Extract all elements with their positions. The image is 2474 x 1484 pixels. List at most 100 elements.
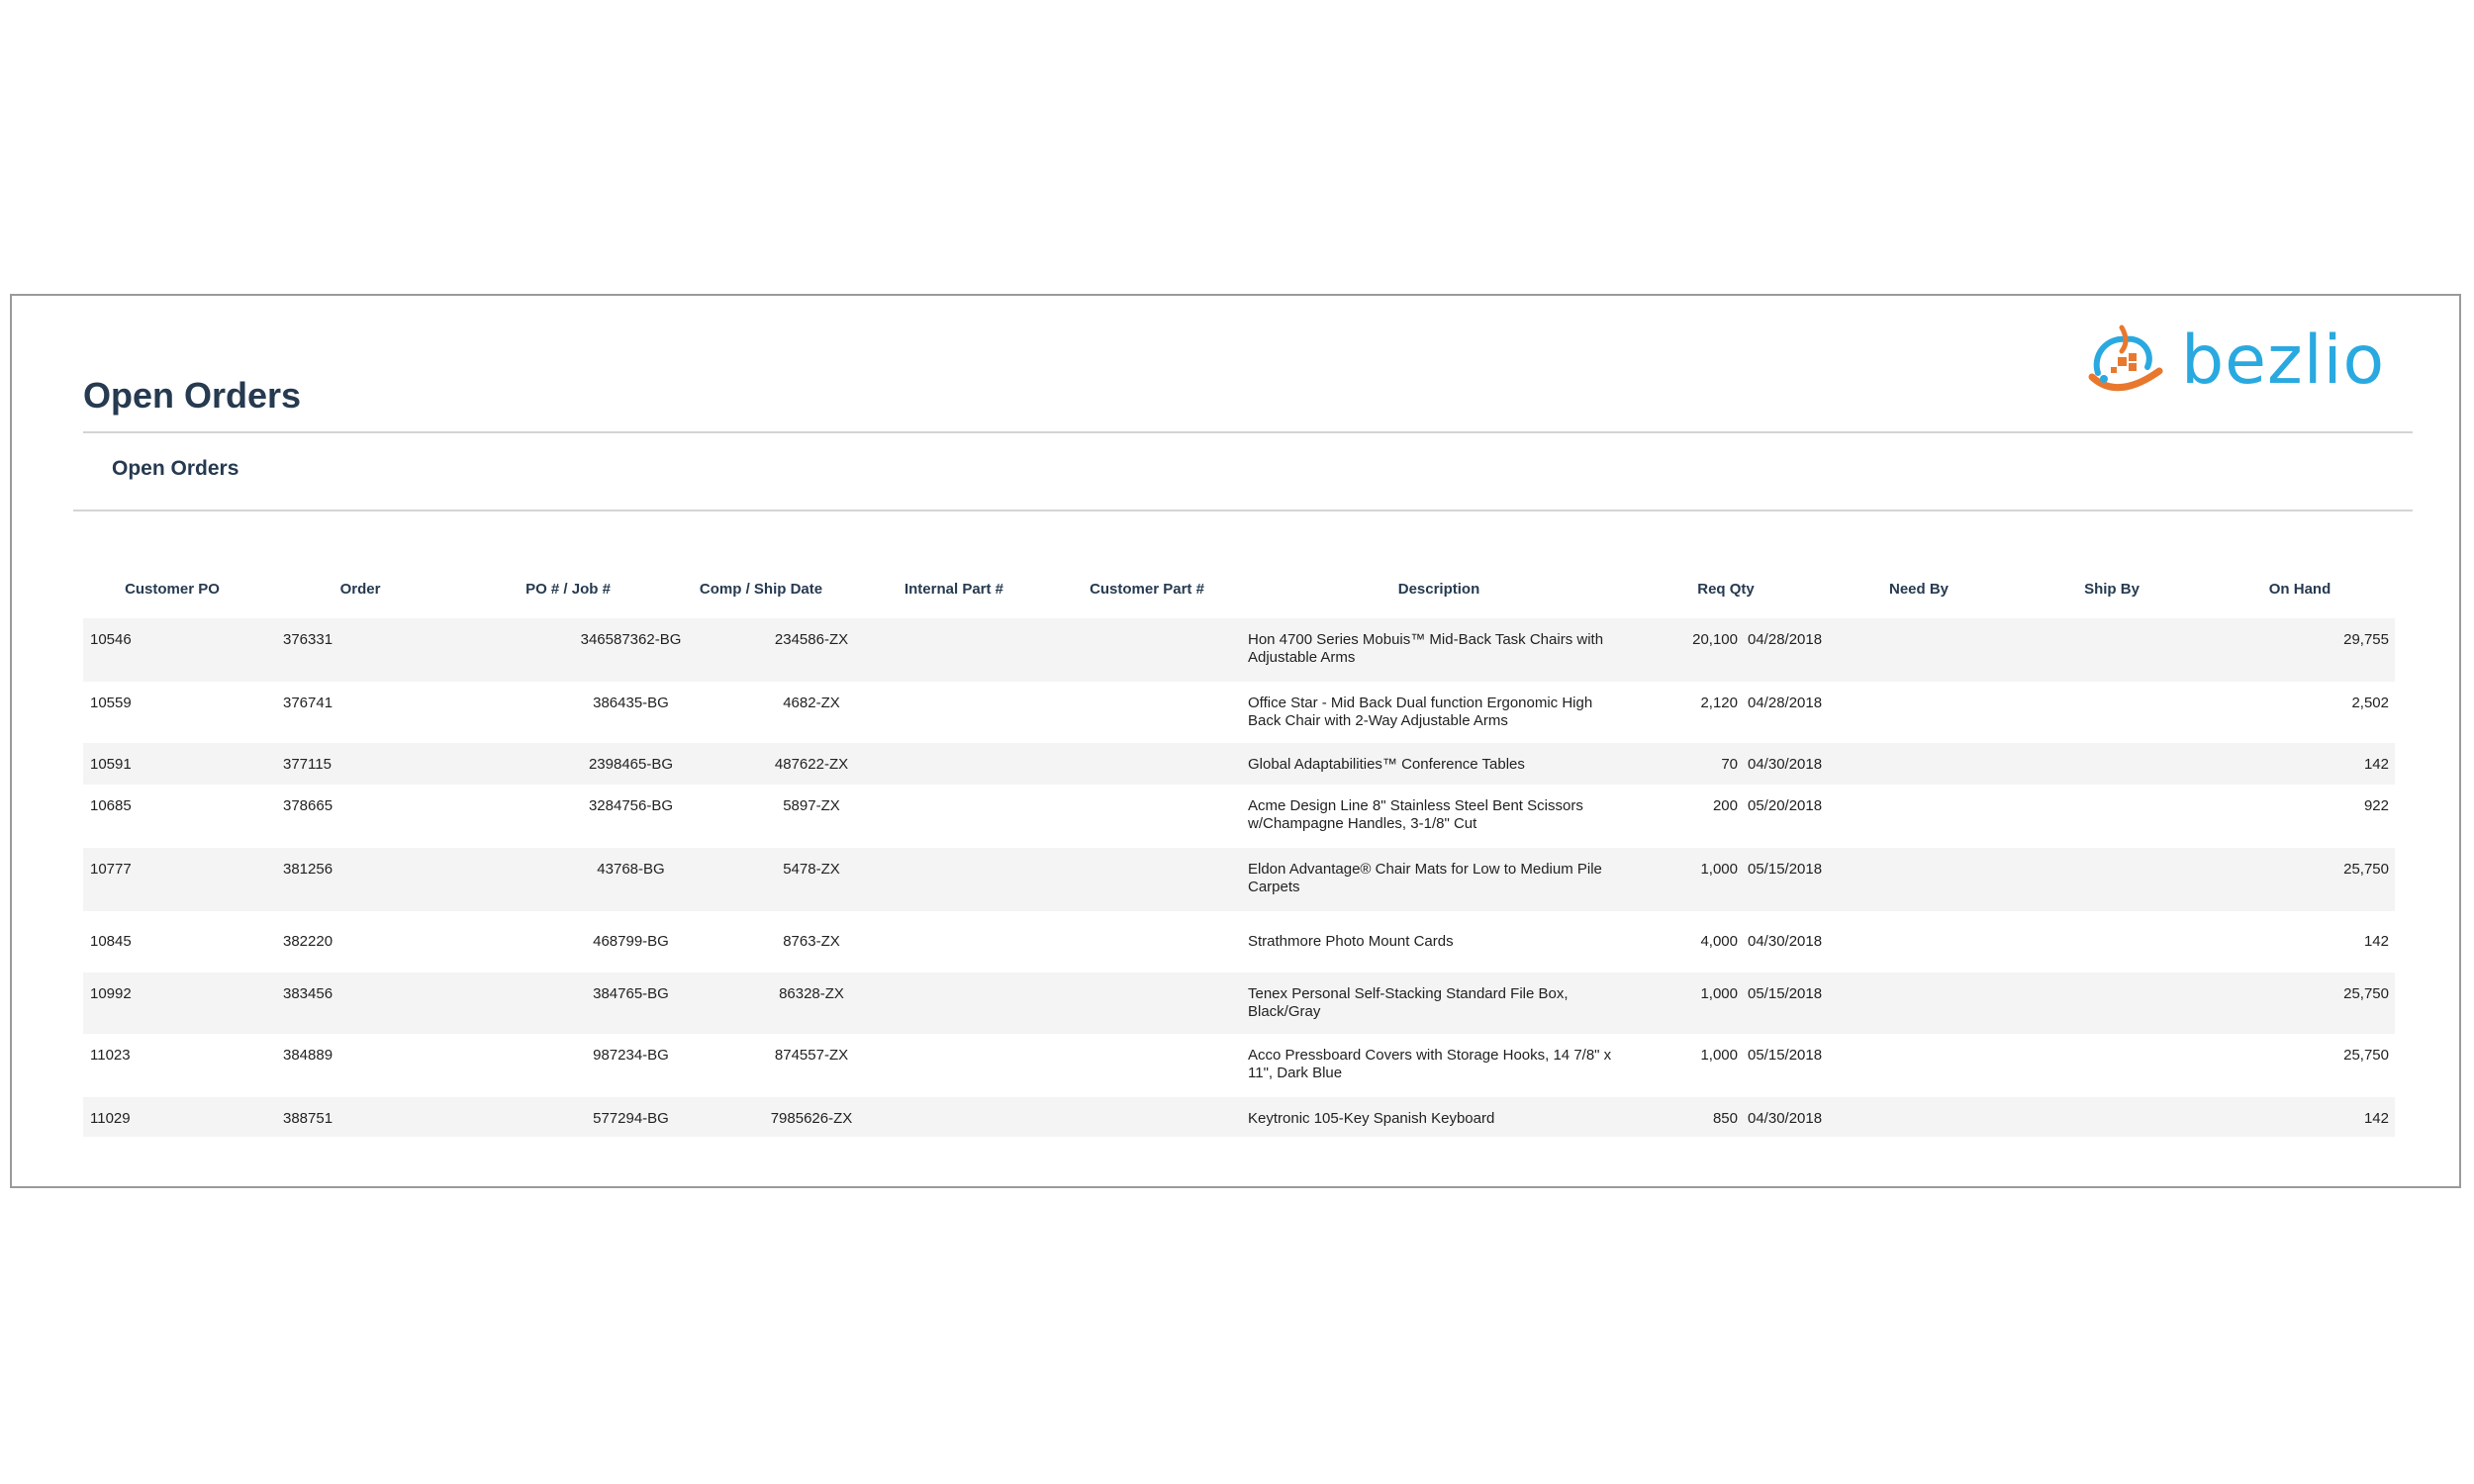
cell-order: 376331 bbox=[283, 631, 333, 648]
cell-req-qty: 200 bbox=[1712, 797, 1738, 814]
cell-req-qty: 850 bbox=[1712, 1110, 1738, 1127]
cell-on-hand: 142 bbox=[2363, 1110, 2389, 1127]
cell-need-by: 04/30/2018 bbox=[1748, 756, 1823, 773]
brand-name: bezlio bbox=[2181, 322, 2386, 400]
cell-order: 381256 bbox=[283, 861, 333, 878]
table-row[interactable]: 10591 377115 2398465-BG 487622-ZX Global… bbox=[83, 743, 2395, 785]
column-header-req-qty[interactable]: Req Qty bbox=[1676, 581, 1775, 598]
cell-order: 377115 bbox=[283, 756, 332, 773]
cell-need-by: 05/20/2018 bbox=[1748, 797, 1823, 814]
cell-on-hand: 29,755 bbox=[2343, 631, 2389, 648]
cell-customer-part: 487622-ZX bbox=[774, 756, 849, 773]
cell-customer-po: 10685 bbox=[90, 797, 132, 814]
column-header-internal-part[interactable]: Internal Part # bbox=[875, 581, 1033, 598]
cell-on-hand: 2,502 bbox=[2351, 695, 2389, 711]
cell-need-by: 05/15/2018 bbox=[1748, 1047, 1823, 1064]
cell-customer-part: 7985626-ZX bbox=[770, 1110, 853, 1127]
cell-on-hand: 142 bbox=[2363, 933, 2389, 950]
table-row[interactable]: 10685 378665 3284756-BG 5897-ZX Acme Des… bbox=[83, 785, 2395, 848]
cell-need-by: 04/30/2018 bbox=[1748, 1110, 1823, 1127]
cell-description: Office Star - Mid Back Dual function Erg… bbox=[1248, 695, 1593, 729]
cell-order: 382220 bbox=[283, 933, 333, 950]
cell-description: Acme Design Line 8" Stainless Steel Bent… bbox=[1248, 797, 1583, 832]
section-divider bbox=[73, 510, 2413, 511]
column-header-order[interactable]: Order bbox=[291, 581, 429, 598]
cell-req-qty: 20,100 bbox=[1692, 631, 1738, 648]
page-title: Open Orders bbox=[83, 375, 302, 416]
cell-need-by: 04/28/2018 bbox=[1748, 695, 1823, 711]
cell-customer-part: 5897-ZX bbox=[783, 797, 840, 814]
cell-req-qty: 4,000 bbox=[1700, 933, 1738, 950]
column-header-customer-po[interactable]: Customer PO bbox=[98, 581, 246, 598]
cell-on-hand: 25,750 bbox=[2343, 861, 2389, 878]
cell-order: 383456 bbox=[283, 985, 333, 1002]
cell-req-qty: 2,120 bbox=[1700, 695, 1738, 711]
cell-internal-part: 384765-BG bbox=[593, 985, 669, 1002]
cell-req-qty: 70 bbox=[1721, 756, 1738, 773]
cell-description: Global Adaptabilities™ Conference Tables bbox=[1248, 756, 1525, 773]
cell-req-qty: 1,000 bbox=[1700, 1047, 1738, 1064]
table-row[interactable]: 11023 384889 987234-BG 874557-ZX Acco Pr… bbox=[83, 1034, 2395, 1097]
cell-internal-part: 987234-BG bbox=[593, 1047, 669, 1064]
cell-customer-po: 10777 bbox=[90, 861, 132, 878]
cell-order: 388751 bbox=[283, 1110, 333, 1127]
cell-internal-part: 2398465-BG bbox=[588, 756, 674, 773]
column-header-comp-ship-date[interactable]: Comp / Ship Date bbox=[677, 581, 845, 598]
cell-customer-part: 234586-ZX bbox=[774, 631, 849, 648]
cell-customer-po: 10546 bbox=[90, 631, 132, 648]
cell-order: 384889 bbox=[283, 1047, 333, 1064]
cell-description: Keytronic 105-Key Spanish Keyboard bbox=[1248, 1110, 1495, 1127]
cell-customer-part: 86328-ZX bbox=[779, 985, 844, 1002]
table-row[interactable]: 10845 382220 468799-BG 8763-ZX Strathmor… bbox=[83, 911, 2395, 973]
cell-description: Acco Pressboard Covers with Storage Hook… bbox=[1248, 1047, 1612, 1081]
cell-customer-po: 10559 bbox=[90, 695, 132, 711]
table-header-row: Customer PO Order PO # / Job # Comp / Sh… bbox=[83, 567, 2395, 618]
cell-customer-part: 4682-ZX bbox=[783, 695, 840, 711]
cell-req-qty: 1,000 bbox=[1700, 985, 1738, 1002]
open-orders-table: Customer PO Order PO # / Job # Comp / Sh… bbox=[83, 567, 2395, 1137]
cell-internal-part: 468799-BG bbox=[593, 933, 669, 950]
table-row[interactable]: 10559 376741 386435-BG 4682-ZX Office St… bbox=[83, 682, 2395, 743]
cell-need-by: 04/28/2018 bbox=[1748, 631, 1823, 648]
column-header-ship-by[interactable]: Ship By bbox=[2052, 581, 2171, 598]
cell-on-hand: 25,750 bbox=[2343, 1047, 2389, 1064]
cell-customer-part: 5478-ZX bbox=[783, 861, 840, 878]
column-header-need-by[interactable]: Need By bbox=[1859, 581, 1978, 598]
cell-customer-part: 8763-ZX bbox=[783, 933, 840, 950]
table-row[interactable]: 10777 381256 43768-BG 5478-ZX Eldon Adva… bbox=[83, 848, 2395, 911]
cell-description: Tenex Personal Self-Stacking Standard Fi… bbox=[1248, 985, 1569, 1020]
cell-description: Hon 4700 Series Mobuis™ Mid-Back Task Ch… bbox=[1248, 631, 1604, 666]
cell-need-by: 05/15/2018 bbox=[1748, 861, 1823, 878]
column-header-po-job[interactable]: PO # / Job # bbox=[489, 581, 647, 598]
cell-description: Strathmore Photo Mount Cards bbox=[1248, 933, 1454, 950]
column-header-on-hand[interactable]: On Hand bbox=[2240, 581, 2359, 598]
cell-order: 376741 bbox=[283, 695, 333, 711]
table-row[interactable]: 10546 376331 346587362-BG 234586-ZX Hon … bbox=[83, 618, 2395, 682]
cell-internal-part: 577294-BG bbox=[593, 1110, 669, 1127]
section-title: Open Orders bbox=[112, 457, 239, 480]
cell-customer-po: 11023 bbox=[90, 1047, 131, 1064]
column-header-description[interactable]: Description bbox=[1360, 581, 1518, 598]
cell-customer-po: 11029 bbox=[90, 1110, 131, 1127]
bezlio-logo-icon bbox=[2088, 325, 2163, 392]
cell-description: Eldon Advantage® Chair Mats for Low to M… bbox=[1248, 861, 1602, 895]
cell-need-by: 05/15/2018 bbox=[1748, 985, 1823, 1002]
title-divider bbox=[83, 431, 2413, 433]
cell-on-hand: 25,750 bbox=[2343, 985, 2389, 1002]
cell-order: 378665 bbox=[283, 797, 333, 814]
table-row[interactable]: 11029 388751 577294-BG 7985626-ZX Keytro… bbox=[83, 1097, 2395, 1137]
table-row[interactable]: 10992 383456 384765-BG 86328-ZX Tenex Pe… bbox=[83, 973, 2395, 1034]
cell-need-by: 04/30/2018 bbox=[1748, 933, 1823, 950]
cell-req-qty: 1,000 bbox=[1700, 861, 1738, 878]
cell-customer-po: 10591 bbox=[90, 756, 132, 773]
cell-internal-part: 3284756-BG bbox=[588, 797, 674, 814]
cell-internal-part: 346587362-BG bbox=[580, 631, 682, 648]
cell-customer-po: 10845 bbox=[90, 933, 132, 950]
cell-on-hand: 922 bbox=[2363, 797, 2389, 814]
cell-customer-part: 874557-ZX bbox=[774, 1047, 849, 1064]
cell-on-hand: 142 bbox=[2363, 756, 2389, 773]
cell-internal-part: 386435-BG bbox=[593, 695, 669, 711]
cell-customer-po: 10992 bbox=[90, 985, 132, 1002]
cell-internal-part: 43768-BG bbox=[597, 861, 665, 878]
column-header-customer-part[interactable]: Customer Part # bbox=[1063, 581, 1231, 598]
